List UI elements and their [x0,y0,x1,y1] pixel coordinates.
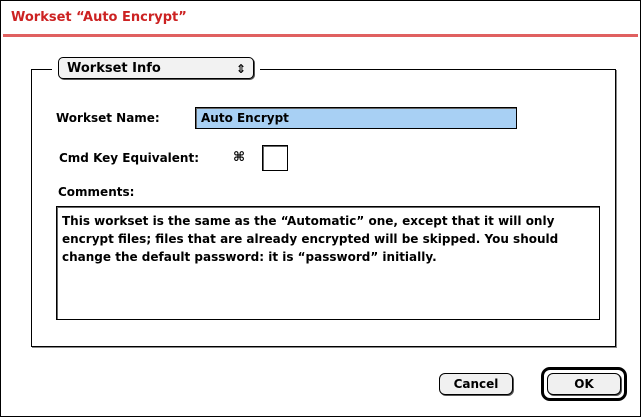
popup-selected-value: Workset Info [67,61,161,76]
cmd-key-field[interactable] [262,145,288,171]
command-key-icon: ⌘ [233,150,246,165]
ok-button[interactable]: OK [547,373,621,395]
title-accent-line [3,34,638,37]
window-title: Workset “Auto Encrypt” [11,10,187,25]
workset-name-label: Workset Name: [56,111,160,125]
workset-section-popup[interactable]: Workset Info ⇕ [58,57,254,79]
cmd-key-label: Cmd Key Equivalent: [59,151,199,165]
cancel-button[interactable]: Cancel [439,373,513,395]
comments-textarea[interactable]: This workset is the same as the “Automat… [56,206,600,320]
up-down-arrows-icon: ⇕ [235,62,246,76]
dialog-window: Workset “Auto Encrypt” Workset Info ⇕ Wo… [0,0,641,417]
comments-label: Comments: [58,185,135,199]
workset-name-field[interactable] [195,107,517,129]
